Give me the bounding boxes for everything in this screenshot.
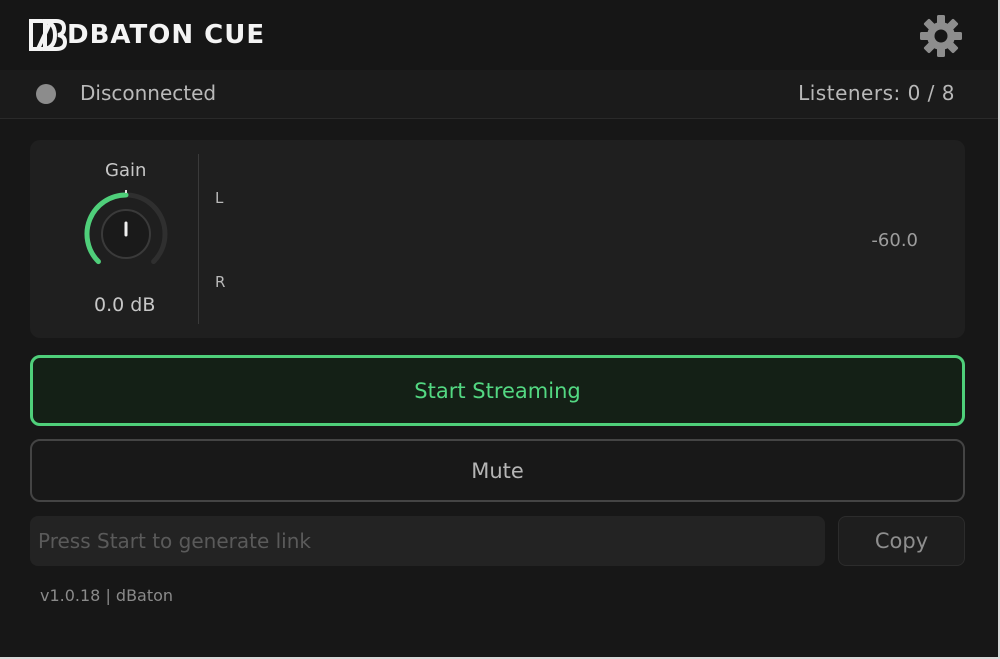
gear-icon[interactable] [918, 13, 964, 59]
start-streaming-label: Start Streaming [414, 378, 581, 403]
start-streaming-button[interactable]: Start Streaming [30, 355, 965, 426]
logo-mark-icon [29, 19, 67, 51]
copy-button[interactable]: Copy [838, 516, 965, 566]
stream-link-field[interactable] [30, 516, 825, 566]
version-footer: v1.0.18 | dBaton [40, 586, 174, 605]
connection-status-text: Disconnected [80, 81, 217, 105]
app-window: DBATON CUE Disconnected Listeners: 0 / 8… [0, 0, 1000, 659]
mute-label: Mute [471, 458, 524, 483]
listeners-count: Listeners: 0 / 8 [798, 81, 955, 105]
panel-divider [198, 154, 199, 324]
channel-left-label: L [215, 189, 224, 207]
copy-label: Copy [874, 529, 929, 553]
meter-panel: Gain 0.0 dB L R -60.0 [30, 140, 965, 338]
header: DBATON CUE [0, 0, 998, 70]
level-readout: -60.0 [871, 230, 918, 251]
connection-status-indicator [36, 84, 56, 104]
mute-button[interactable]: Mute [30, 439, 965, 502]
gain-value: 0.0 dB [94, 294, 156, 316]
status-bar: Disconnected Listeners: 0 / 8 [0, 70, 998, 119]
gain-label: Gain [105, 160, 147, 181]
logo-text: DBATON CUE [67, 20, 266, 50]
channel-right-label: R [215, 273, 226, 291]
gain-knob[interactable] [82, 190, 170, 278]
logo: DBATON CUE [29, 17, 265, 53]
